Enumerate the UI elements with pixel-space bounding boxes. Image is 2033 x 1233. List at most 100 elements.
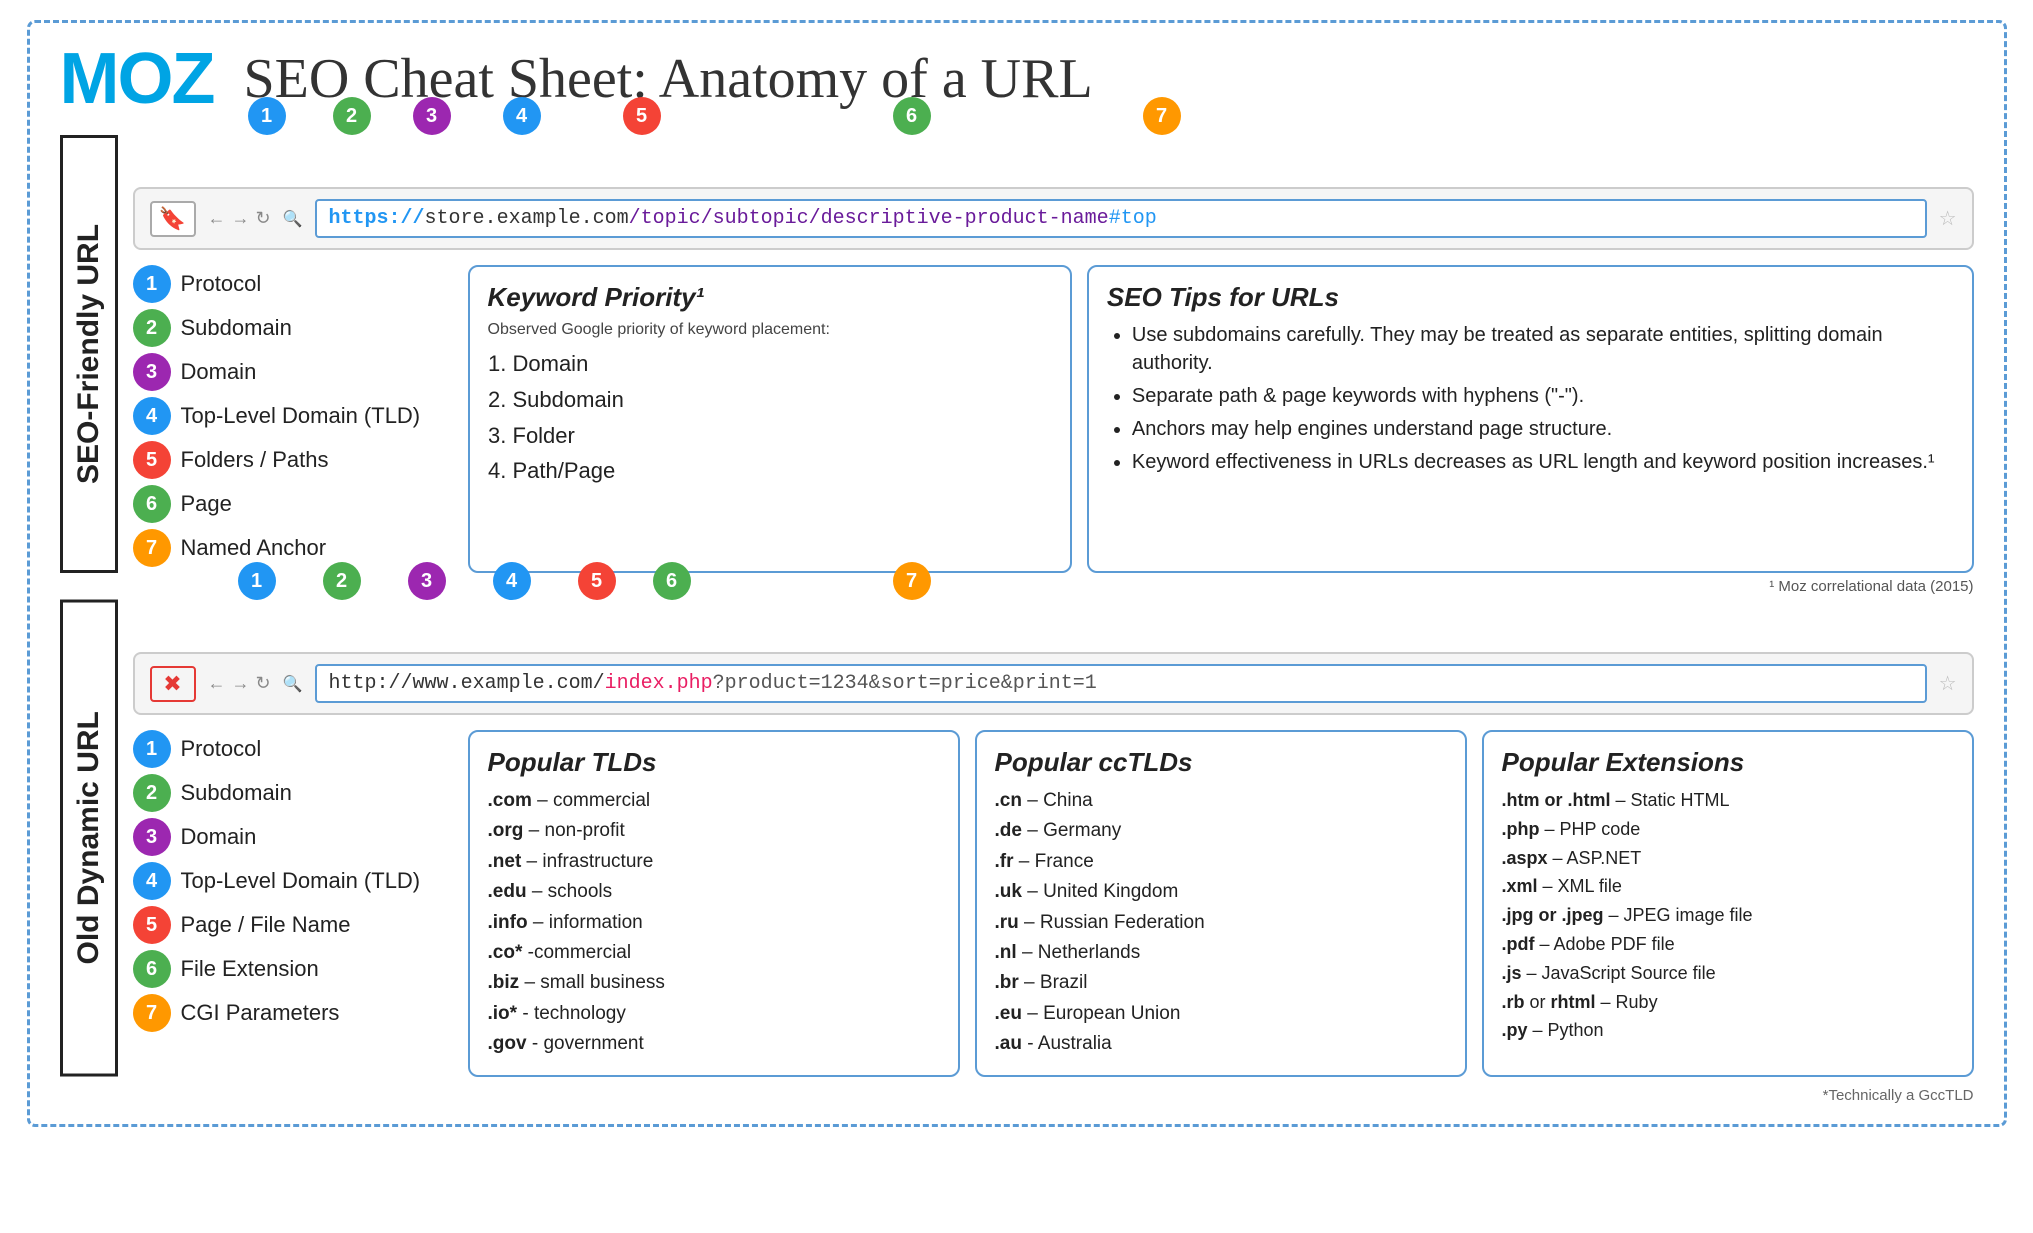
dyn-item-5: 5Page / File Name	[133, 906, 453, 944]
url-domain-name: example	[497, 207, 581, 230]
dyn-badge-item-4: 4	[133, 862, 171, 900]
seo-badge-5: 5	[623, 97, 661, 135]
seo-item-2: 2 Subdomain	[133, 309, 453, 347]
dyn-item-1: 1 Protocol	[133, 730, 453, 768]
dyn-item-3: 3Domain	[133, 818, 453, 856]
extensions-list: .htm or .html – Static HTML .php – PHP c…	[1502, 786, 1954, 1045]
seo-badge-7: 7	[1143, 97, 1181, 135]
dynamic-section: Old Dynamic URL 1 2 3 4	[60, 600, 1974, 1077]
dyn-badge-6: 6	[653, 562, 691, 600]
forward-button[interactable]: →	[232, 208, 250, 229]
dyn-badge-item-1: 1	[133, 730, 171, 768]
dynamic-browser-bar: ✖ ← → ↻ 🔍 http://www.example.com/index.p…	[133, 652, 1974, 715]
url-http: http://	[329, 672, 413, 695]
seo-badge-3: 3	[413, 97, 451, 135]
url-php: .php	[665, 672, 713, 695]
badge-5: 5	[133, 441, 171, 479]
dyn-badge-3: 3	[408, 562, 446, 600]
seo-section-inner: 1 2 3 4 5	[118, 135, 1974, 573]
back-button[interactable]: ←	[208, 208, 226, 229]
tip-4: Keyword effectiveness in URLs decreases …	[1132, 448, 1954, 476]
kp-item-4: Path/Page	[513, 456, 1052, 487]
tip-1: Use subdomains carefully. They may be tr…	[1132, 321, 1954, 377]
dyn-badge-4: 4	[493, 562, 531, 600]
dyn-item-6: 6 File Extension	[133, 950, 453, 988]
page-title: SEO Cheat Sheet: Anatomy of a URL	[243, 47, 1092, 111]
seo-item-2-label: Subdomain	[181, 315, 292, 341]
seo-item-3: 3 Domain	[133, 353, 453, 391]
search-icon: 🔍	[283, 209, 303, 229]
dyn-item-4-label: Top-Level Domain (TLD)	[181, 868, 421, 894]
dyn-forward-button[interactable]: →	[232, 673, 250, 694]
seo-url-bar[interactable]: https://store.example.com/topic/subtopic…	[315, 199, 1927, 238]
dynamic-items-list: 1 Protocol 2 Subdomain 3Domain 4 Top-Level …	[133, 730, 453, 1077]
cctlds-title: Popular ccTLDs	[995, 747, 1447, 778]
url-tld2: com	[557, 672, 593, 695]
keyword-priority-title: Keyword Priority¹	[488, 282, 1052, 313]
seo-item-5: 5Folders / Paths	[133, 441, 453, 479]
dyn-back-button[interactable]: ←	[208, 673, 226, 694]
dyn-reload-button[interactable]: ↻	[256, 673, 271, 694]
kp-item-1: Domain	[513, 349, 1052, 380]
main-container: MOZ SEO Cheat Sheet: Anatomy of a URL SE…	[27, 20, 2007, 1127]
badge-6: 6	[133, 485, 171, 523]
seo-item-3-label: Domain	[181, 359, 257, 385]
dynamic-label: Old Dynamic URL	[60, 600, 118, 1077]
cctlds-box: Popular ccTLDs .cn – China .de – Germany…	[975, 730, 1467, 1077]
url-subdomain: store	[425, 207, 485, 230]
url-dot3: .	[449, 672, 461, 695]
tip-2: Separate path & page keywords with hyphe…	[1132, 382, 1954, 410]
badge-7: 7	[133, 529, 171, 567]
dyn-search-icon: 🔍	[283, 674, 303, 694]
url-index: index	[605, 672, 665, 695]
url-dot2: .	[581, 207, 593, 230]
dynamic-browser-icon: ✖	[150, 666, 196, 702]
seo-item-7: 7 Named Anchor	[133, 529, 453, 567]
url-www: www	[413, 672, 449, 695]
dynamic-url-bar[interactable]: http://www.example.com/index.php?product…	[315, 664, 1927, 703]
bottom-note: *Technically a GccTLD	[60, 1087, 1974, 1104]
seo-item-1: 1Protocol	[133, 265, 453, 303]
url-slash: /	[593, 672, 605, 695]
seo-browser-icon: 🔖	[150, 201, 196, 237]
seo-section: SEO-Friendly URL 1 2 3	[60, 135, 1974, 573]
dyn-item-7-label: CGI Parameters	[181, 1000, 340, 1026]
favorite-icon[interactable]: ☆	[1939, 206, 1957, 231]
dyn-badge-item-6: 6	[133, 950, 171, 988]
badge-3: 3	[133, 353, 171, 391]
url-query: ?product=1234&sort=price&print=1	[713, 672, 1097, 695]
badge-4: 4	[133, 397, 171, 435]
seo-item-7-label: Named Anchor	[181, 535, 327, 561]
dyn-item-3-label: Domain	[181, 824, 257, 850]
dynamic-info-boxes: Popular TLDs .com – commercial .org – no…	[468, 730, 1974, 1077]
dyn-item-2-label: Subdomain	[181, 780, 292, 806]
dynamic-section-inner: 1 2 3 4 5 6	[118, 600, 1974, 1077]
seo-badge-6: 6	[893, 97, 931, 135]
seo-item-1-label: Protocol	[181, 271, 262, 297]
seo-badge-2: 2	[333, 97, 371, 135]
keyword-priority-subtitle: Observed Google priority of keyword plac…	[488, 321, 1052, 339]
seo-tips-title: SEO Tips for URLs	[1107, 282, 1954, 313]
seo-info-boxes: Keyword Priority¹ Observed Google priori…	[468, 265, 1974, 573]
tip-3: Anchors may help engines understand page…	[1132, 415, 1954, 443]
dyn-badge-7: 7	[893, 562, 931, 600]
url-dot1: .	[485, 207, 497, 230]
reload-button[interactable]: ↻	[256, 208, 271, 229]
dyn-item-6-label: File Extension	[181, 956, 319, 982]
seo-label: SEO-Friendly URL	[60, 135, 118, 573]
tlds-box: Popular TLDs .com – commercial .org – no…	[468, 730, 960, 1077]
dyn-item-1-label: Protocol	[181, 736, 262, 762]
dyn-badge-5: 5	[578, 562, 616, 600]
browser-nav: ← → ↻	[208, 208, 271, 229]
dyn-badge-item-5: 5	[133, 906, 171, 944]
dyn-badge-item-2: 2	[133, 774, 171, 812]
seo-browser-bar: 🔖 ← → ↻ 🔍 https://store.example.com/topi…	[133, 187, 1974, 250]
dyn-badge-item-7: 7	[133, 994, 171, 1032]
badge-2: 2	[133, 309, 171, 347]
extensions-title: Popular Extensions	[1502, 747, 1954, 778]
seo-items-list: 1Protocol 2Subdomain 3Domain 4Top-Level …	[133, 265, 453, 573]
dynamic-browser-nav: ← → ↻	[208, 673, 271, 694]
seo-item-6-label: Page	[181, 491, 232, 517]
cctlds-list: .cn – China .de – Germany .fr – France .…	[995, 786, 1447, 1060]
dyn-favorite-icon[interactable]: ☆	[1939, 671, 1957, 696]
